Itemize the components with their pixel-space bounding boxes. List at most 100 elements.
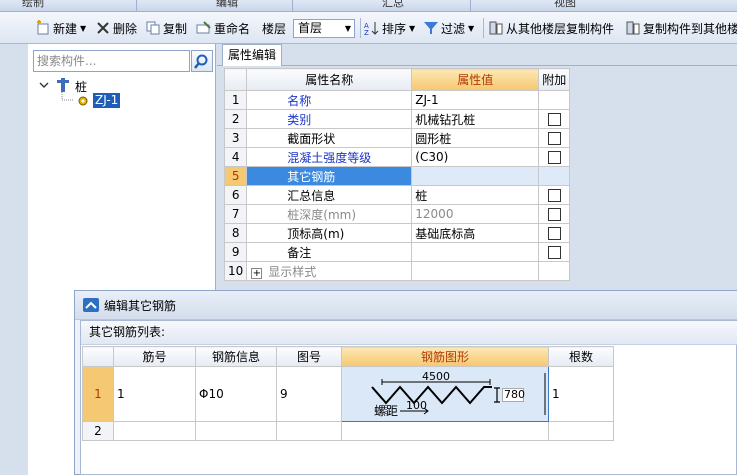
component-toolbar: 新建 ▼ 删除 复制 重命名 楼层 首层 ▼ AZ 排序 ▼ 过滤 ▼ 从其他楼… — [0, 12, 737, 44]
ribbon-tab-strip: 绘制 编辑 汇总 视图 — [0, 0, 737, 12]
table-row[interactable]: 2 — [82, 421, 614, 441]
dialog-title: 编辑其它钢筋 — [104, 299, 177, 313]
property-name: 名称 — [246, 90, 413, 110]
table-row[interactable]: 1 名称 ZJ-1 — [223, 90, 571, 110]
layers-icon — [488, 20, 504, 36]
tree-connector — [61, 92, 74, 101]
expand-toggle[interactable]: + — [251, 267, 263, 279]
search-input[interactable]: 搜索构件... — [33, 50, 190, 72]
tab-summary[interactable]: 汇总 — [382, 0, 404, 10]
svg-text:Z: Z — [364, 29, 369, 36]
property-name: 顶标高(m) — [246, 223, 413, 243]
extra-checkbox[interactable] — [547, 246, 561, 259]
table-row[interactable]: 4 混凝土强度等级 (C30) — [223, 147, 571, 167]
bar-info-cell[interactable]: Φ10 — [195, 366, 277, 422]
rename-icon — [196, 20, 212, 36]
new-button[interactable]: 新建 ▼ — [35, 18, 86, 38]
bar-info-cell[interactable] — [195, 421, 277, 441]
header-bar-no: 筋号 — [113, 346, 196, 367]
table-row-selected[interactable]: 5 其它钢筋 — [223, 166, 571, 186]
header-figure-no: 图号 — [276, 346, 342, 367]
bar-no-cell[interactable] — [113, 421, 196, 441]
property-value[interactable] — [411, 242, 540, 262]
sort-icon: AZ — [364, 20, 380, 37]
new-icon — [35, 20, 51, 36]
left-dock-strip — [0, 44, 28, 475]
property-value[interactable] — [411, 166, 540, 186]
copy-icon — [145, 20, 161, 36]
property-name: 截面形状 — [246, 128, 413, 148]
tab-property-edit[interactable]: 属性编辑 — [222, 44, 282, 66]
property-name: 类别 — [246, 109, 413, 129]
property-value[interactable]: 机械钻孔桩 — [411, 109, 540, 129]
table-row[interactable]: 10 + 显示样式 — [223, 261, 571, 281]
property-grid: 属性名称 属性值 附加 1 名称 ZJ-1 2 类别 机械钻孔桩 3 截面形状 … — [223, 68, 571, 281]
chevron-down-icon: ▼ — [344, 24, 351, 33]
extra-checkbox[interactable] — [547, 208, 561, 221]
property-value[interactable]: (C30) — [411, 147, 540, 167]
tree-node-zj1[interactable]: ZJ-1 — [93, 93, 121, 108]
floor-select[interactable]: 首层 ▼ — [293, 19, 355, 38]
property-value[interactable]: 圆形桩 — [411, 128, 540, 148]
header-property-name: 属性名称 — [246, 68, 413, 91]
extra-checkbox[interactable] — [547, 113, 561, 126]
property-name: 其它钢筋 — [246, 166, 413, 186]
extra-checkbox[interactable] — [547, 132, 561, 145]
layers-icon — [625, 20, 641, 36]
extra-checkbox[interactable] — [547, 189, 561, 202]
count-cell[interactable] — [548, 421, 614, 441]
filter-button[interactable]: 过滤 ▼ — [423, 18, 474, 38]
table-row[interactable]: 2 类别 机械钻孔桩 — [223, 109, 571, 129]
property-name: + 显示样式 — [246, 261, 413, 281]
table-row[interactable]: 8 顶标高(m) 基础底标高 — [223, 223, 571, 243]
figure-no-cell[interactable]: 9 — [276, 366, 342, 422]
chevron-down-icon — [39, 82, 49, 88]
property-name: 汇总信息 — [246, 185, 413, 205]
table-row[interactable]: 3 截面形状 圆形桩 — [223, 128, 571, 148]
spiral-width-label: 4500 — [422, 370, 450, 383]
delete-icon — [95, 20, 111, 36]
property-value[interactable]: 12000 — [411, 204, 540, 224]
tab-view[interactable]: 视图 — [554, 0, 576, 10]
property-value[interactable]: 桩 — [411, 185, 540, 205]
property-tab-bar — [217, 44, 737, 66]
tree-collapse-toggle[interactable] — [38, 79, 50, 91]
search-button[interactable] — [191, 50, 213, 72]
filter-icon — [423, 20, 439, 36]
search-icon — [194, 54, 208, 69]
copy-from-floor-button[interactable]: 从其他楼层复制构件 — [488, 18, 614, 38]
bar-shape-cell[interactable]: 4500 780 螺距 100 — [341, 366, 549, 422]
spiral-height-label[interactable]: 780 — [502, 388, 525, 402]
rebar-edit-icon — [82, 296, 100, 314]
property-value[interactable]: ZJ-1 — [411, 90, 540, 110]
rename-button[interactable]: 重命名 — [196, 18, 250, 38]
table-row[interactable]: 9 备注 — [223, 242, 571, 262]
header-bar-info: 钢筋信息 — [195, 346, 277, 367]
sort-button[interactable]: AZ 排序 ▼ — [364, 18, 415, 38]
bar-shape-cell[interactable] — [341, 421, 549, 441]
extra-checkbox[interactable] — [547, 151, 561, 164]
pitch-value-label: 100 — [406, 399, 427, 412]
bar-no-cell[interactable]: 1 — [113, 366, 196, 422]
delete-button[interactable]: 删除 — [95, 18, 137, 38]
tree-node-pile[interactable]: 桩 — [75, 78, 87, 95]
pitch-word-label: 螺距 — [374, 404, 399, 418]
table-row[interactable]: 1 1 Φ10 9 4500 780 螺距 100 1 — [82, 366, 614, 422]
count-cell[interactable]: 1 — [548, 366, 614, 422]
property-name: 备注 — [246, 242, 413, 262]
tab-edit[interactable]: 编辑 — [216, 0, 238, 10]
copy-to-floor-button[interactable]: 复制构件到其他楼 — [625, 18, 737, 38]
property-name: 桩深度(mm) — [246, 204, 413, 224]
copy-button[interactable]: 复制 — [145, 18, 187, 38]
table-row[interactable]: 6 汇总信息 桩 — [223, 185, 571, 205]
header-extra: 附加 — [538, 68, 571, 91]
header-count: 根数 — [548, 346, 614, 367]
rebar-list-label: 其它钢筋列表: — [81, 321, 737, 345]
property-value[interactable]: 基础底标高 — [411, 223, 540, 243]
gear-icon — [76, 94, 92, 108]
table-row[interactable]: 7 桩深度(mm) 12000 — [223, 204, 571, 224]
figure-no-cell[interactable] — [276, 421, 342, 441]
header-bar-shape: 钢筋图形 — [341, 346, 549, 367]
tab-draw[interactable]: 绘制 — [22, 0, 44, 10]
extra-checkbox[interactable] — [547, 227, 561, 240]
